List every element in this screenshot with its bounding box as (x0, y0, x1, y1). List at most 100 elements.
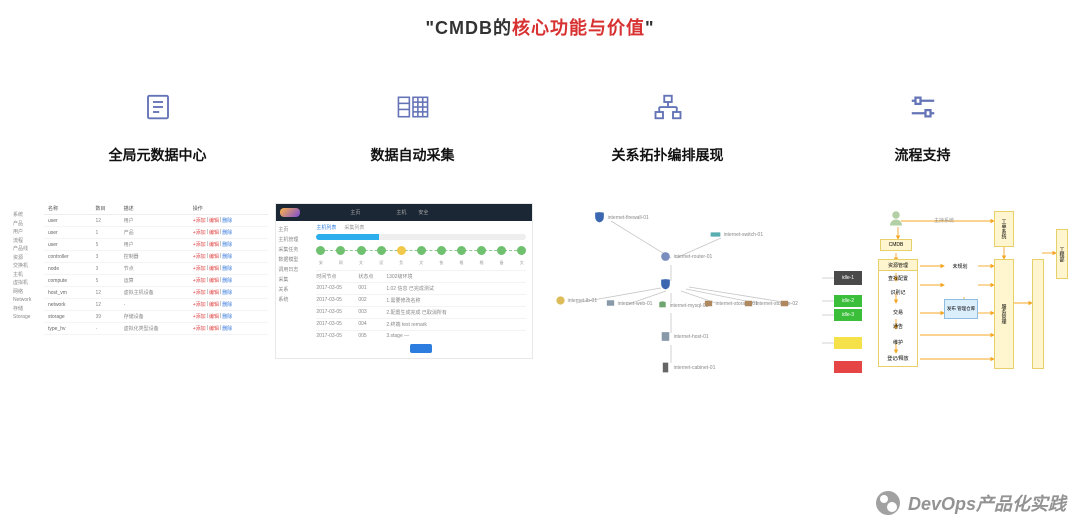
dash-side-item: 调用日志 (278, 265, 308, 275)
table-side-item: 存储 (13, 305, 42, 314)
step-node (457, 246, 466, 255)
flow-label-top: 主持系统 (928, 216, 960, 224)
title-highlight: 核心功能与价值 (512, 18, 645, 38)
table-row: user1产品+添加|编辑|删除 (44, 227, 268, 239)
table-header-cell: 描述 (124, 205, 193, 212)
screenshot-dashboard: 主页主机安全 主页主机管理采集任务数据模型调用日志采集关系系统 主机列表采集列表… (275, 203, 533, 359)
table-side-item: 网络 (13, 288, 42, 297)
flow-left-idle4 (834, 337, 862, 349)
step-node (336, 246, 345, 255)
dash-row: 2017-03-050021.需要修改名称 (316, 294, 526, 306)
feature-topology: 关系拓扑编排展现 (553, 92, 783, 165)
table-row: type_hv-虚拟化类型设备+添加|编辑|删除 (44, 323, 268, 335)
flow-side1: 工单系统 (994, 211, 1014, 247)
topo-node-lb: internet-lb-01 (555, 295, 597, 306)
flow-col1e: 通告 (880, 321, 916, 331)
table-side-item: 虚拟机 (13, 279, 42, 288)
flow-col1a: 资源管理 (878, 259, 918, 271)
dash-side-item: 系统 (278, 295, 308, 305)
progress-bar (316, 234, 526, 240)
step-node (437, 246, 446, 255)
dash-row: 2017-03-050011.02 信息 已完成测试 (316, 282, 526, 294)
dashboard-logo (280, 208, 300, 217)
table-side-item: 流程 (13, 237, 42, 246)
topo-node-firewall-1: internet-firewall-01 (593, 211, 649, 224)
table-header-cell: 数目 (96, 205, 124, 212)
title-prefix: "CMDB的 (425, 18, 512, 38)
topo-node-switch: internet-switch-01 (709, 228, 763, 241)
table-row: storage39存储设备+添加|编辑|删除 (44, 311, 268, 323)
server-grid-icon (396, 92, 430, 127)
step-node (477, 246, 486, 255)
sliders-icon (908, 92, 938, 127)
wechat-icon (876, 491, 900, 515)
watermark-text: DevOps产品化实践 (908, 490, 1066, 516)
dash-row: 2017-03-050053.stage — (316, 330, 526, 341)
topo-node-router: internet-router-01 (659, 250, 713, 263)
table-side-item: 产品 (13, 220, 42, 229)
dash-row: 2017-03-050042.终端 test remark (316, 318, 526, 330)
topo-node-host: internet-host-01 (659, 330, 709, 343)
screenshots-row: 系统产品用户流程产品线资源交换机主机虚拟机网络Network存储Storage … (0, 203, 1080, 388)
flow-col1f: 维护 (880, 337, 916, 347)
flow-cmdb: CMDB (880, 239, 912, 251)
flow-col1b: 查找配置 (880, 273, 916, 283)
topo-node-storage-3 (779, 298, 790, 309)
title-suffix: " (645, 18, 655, 38)
table-side-item: 系统 (13, 211, 42, 220)
dash-side-item: 主页 (278, 225, 308, 235)
flow-left-idle2: idle-2 (834, 295, 862, 307)
page-title: "CMDB的核心功能与价值" (0, 14, 1080, 40)
flow-left-idle3: idle-3 (834, 309, 862, 321)
watermark: DevOps产品化实践 (876, 490, 1066, 516)
step-node (357, 246, 366, 255)
table-row: user12用户+添加|编辑|删除 (44, 215, 268, 227)
table-side-item: 产品线 (13, 245, 42, 254)
flow-col1c: 识别记 (880, 287, 916, 297)
feature-label: 数据自动采集 (371, 145, 455, 165)
table-row: node3节点+添加|编辑|删除 (44, 263, 268, 275)
table-side-item: 资源 (13, 254, 42, 263)
step-node (517, 246, 526, 255)
flow-left-idle1: idle-1 (834, 271, 862, 285)
table-row: compute5运算+添加|编辑|删除 (44, 275, 268, 287)
flow-col2b: 发布 管理仓库 (944, 299, 978, 319)
table-row: controller3控制器+添加|编辑|删除 (44, 251, 268, 263)
step-node (417, 246, 426, 255)
table-side-item: 主机 (13, 271, 42, 280)
flow-col2a: 未规划 (944, 261, 976, 271)
step-node (316, 246, 325, 255)
dash-tab: 采集列表 (344, 224, 364, 231)
dash-row: 时间节点状态点1302级环境 (316, 270, 526, 282)
dash-side-item: 数据模型 (278, 255, 308, 265)
flow-col1d: 交易 (880, 307, 916, 317)
table-header-cell: 名称 (48, 205, 96, 212)
table-row: user5用户+添加|编辑|删除 (44, 239, 268, 251)
flow-side3: 服务管理 (994, 259, 1014, 369)
topo-node-firewall-2 (659, 278, 672, 291)
feature-row: 全局元数据中心 数据自动采集 关系拓扑编排展现 流程支持 (0, 92, 1080, 165)
topo-node-cabinet: internet-cabinet-01 (659, 361, 716, 374)
feature-workflow: 流程支持 (808, 92, 1038, 165)
screenshot-flowchart: CMDB 资源管理 查找配置 识别记 交易 通告 维护 登记/释放 未规划 发布… (808, 203, 1070, 388)
table-side-item: 交换机 (13, 262, 42, 271)
flow-side-bar (1032, 259, 1044, 369)
flow-col1g: 登记/释放 (880, 353, 916, 363)
feature-label: 关系拓扑编排展现 (612, 145, 724, 165)
flow-person-icon (884, 208, 908, 228)
feature-label: 流程支持 (895, 145, 951, 165)
table-side-item: Network (13, 296, 42, 305)
feature-auto-collect: 数据自动采集 (298, 92, 528, 165)
table-header-cell: 操作 (193, 205, 264, 212)
flow-side4: 工程部 (1056, 229, 1068, 279)
topo-node-db: internet-mysql-01 (657, 300, 709, 311)
dash-side-item: 关系 (278, 285, 308, 295)
list-icon (143, 92, 173, 127)
feature-label: 全局元数据中心 (109, 145, 207, 165)
dash-side-item: 采集任务 (278, 245, 308, 255)
dash-side-item: 采集 (278, 275, 308, 285)
step-node (377, 246, 386, 255)
dash-tab: 主机列表 (316, 224, 336, 231)
table-side-item: Storage (13, 313, 42, 322)
table-row: host_vm12虚拟主机设备+添加|编辑|删除 (44, 287, 268, 299)
